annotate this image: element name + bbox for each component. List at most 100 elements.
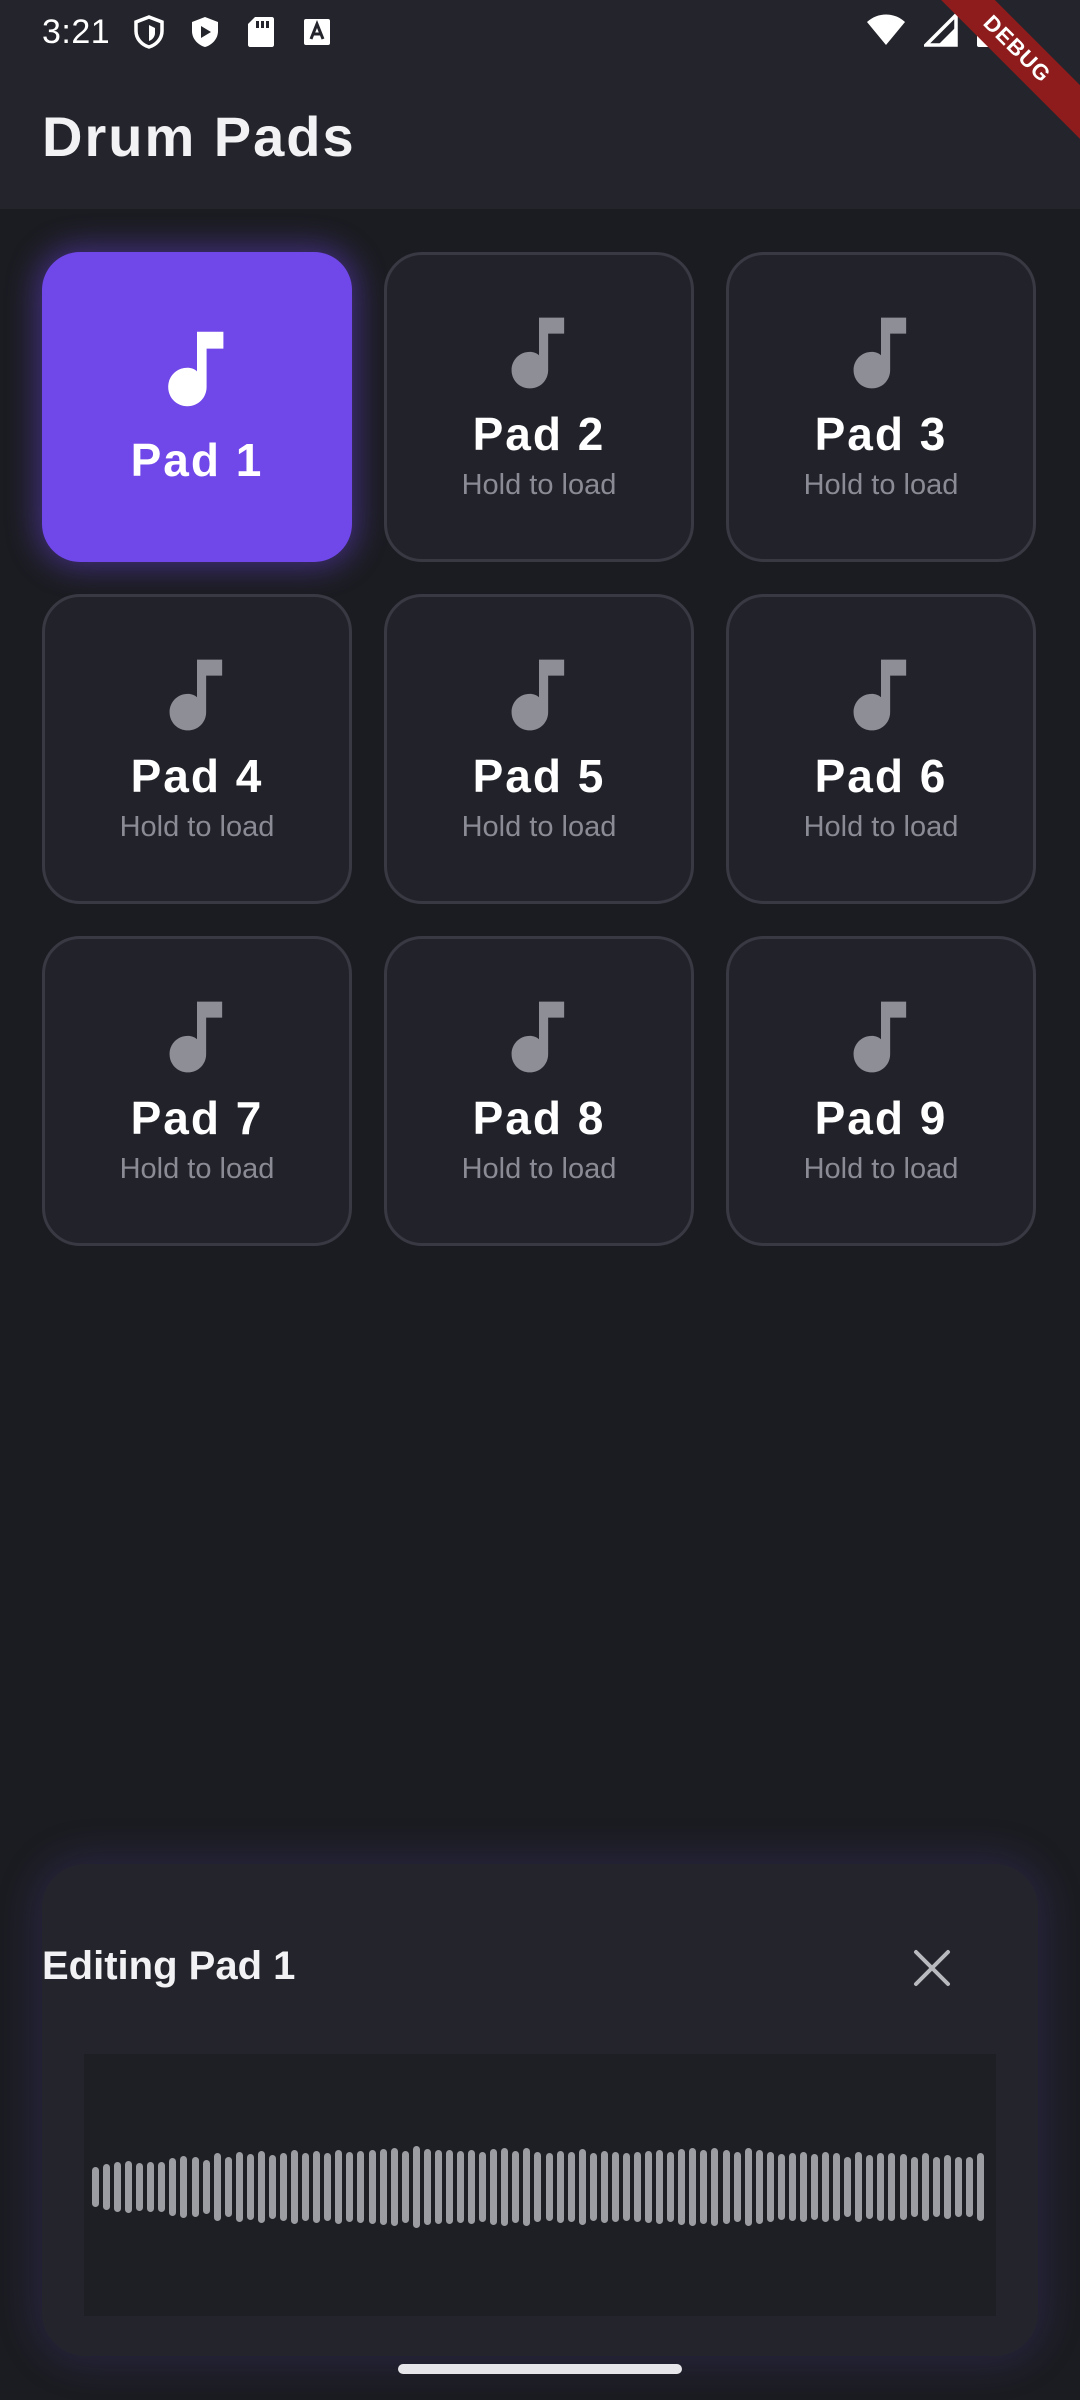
waveform-bar bbox=[445, 2150, 453, 2224]
music-note-icon bbox=[853, 659, 907, 730]
waveform-bar bbox=[180, 2155, 188, 2219]
waveform-bar bbox=[932, 2157, 940, 2217]
waveform[interactable] bbox=[84, 2054, 996, 2316]
waveform-bar bbox=[645, 2150, 653, 2224]
waveform-bar bbox=[589, 2152, 597, 2222]
waveform-bar bbox=[711, 2148, 719, 2226]
pad-5[interactable]: Pad 5 Hold to load bbox=[384, 594, 694, 904]
waveform-bar bbox=[147, 2161, 155, 2213]
music-note-icon bbox=[169, 659, 223, 730]
waveform-bar bbox=[943, 2155, 951, 2219]
waveform-bar bbox=[191, 2156, 199, 2218]
waveform-bar bbox=[833, 2153, 841, 2221]
waveform-bar bbox=[92, 2167, 99, 2207]
waveform-bar bbox=[490, 2149, 498, 2225]
pad-6[interactable]: Pad 6 Hold to load bbox=[726, 594, 1036, 904]
waveform-bar bbox=[744, 2148, 752, 2226]
waveform-bar bbox=[479, 2151, 487, 2223]
pad-label: Pad 1 bbox=[130, 434, 264, 486]
pad-9[interactable]: Pad 9 Hold to load bbox=[726, 936, 1036, 1246]
waveform-bar bbox=[600, 2150, 608, 2224]
waveform-bar bbox=[324, 2152, 332, 2222]
pad-7[interactable]: Pad 7 Hold to load bbox=[42, 936, 352, 1246]
waveform-bar bbox=[567, 2151, 575, 2223]
waveform-bar bbox=[556, 2150, 564, 2224]
waveform-bar bbox=[202, 2159, 210, 2215]
waveform-bar bbox=[634, 2151, 642, 2223]
waveform-bar bbox=[523, 2147, 531, 2227]
page-title: Drum Pads bbox=[42, 105, 356, 168]
waveform-bar bbox=[357, 2150, 365, 2224]
pad-label: Pad 5 bbox=[472, 749, 606, 802]
pad-hint: Hold to load bbox=[803, 468, 959, 501]
waveform-bar bbox=[257, 2150, 265, 2224]
pad-label: Pad 4 bbox=[130, 749, 264, 802]
waveform-bar bbox=[346, 2151, 354, 2223]
status-time: 3:21 bbox=[42, 12, 111, 51]
waveform-bar bbox=[501, 2148, 509, 2226]
play-icon bbox=[188, 15, 222, 49]
pad-hint: Hold to load bbox=[803, 810, 959, 843]
waveform-bar bbox=[434, 2150, 442, 2224]
waveform-bar bbox=[235, 2151, 243, 2223]
music-note-icon bbox=[511, 1001, 565, 1072]
music-note-icon bbox=[853, 317, 907, 388]
home-indicator[interactable] bbox=[398, 2364, 682, 2374]
app-bar: Drum Pads bbox=[0, 64, 1080, 209]
waveform-bar bbox=[136, 2163, 144, 2211]
pad-label: Pad 7 bbox=[130, 1091, 264, 1144]
waveform-bar bbox=[246, 2154, 254, 2220]
waveform-bar bbox=[965, 2156, 973, 2218]
waveform-bar bbox=[822, 2151, 830, 2223]
waveform-bar bbox=[224, 2157, 232, 2217]
pad-hint: Hold to load bbox=[803, 1152, 959, 1185]
waveform-bar bbox=[755, 2150, 763, 2224]
waveform-bar bbox=[844, 2157, 852, 2217]
screen: 3:21 DEBUG Drum Pads Pad 1 Pad 2 Hold to… bbox=[0, 0, 1080, 2400]
a-icon bbox=[300, 15, 334, 49]
pad-hint: Hold to load bbox=[461, 468, 617, 501]
waveform-bar bbox=[313, 2150, 321, 2224]
waveform-bar bbox=[158, 2162, 166, 2212]
waveform-bar bbox=[656, 2150, 664, 2224]
waveform-bar bbox=[667, 2151, 675, 2223]
waveform-bar bbox=[611, 2151, 619, 2223]
waveform-bar bbox=[114, 2162, 122, 2212]
waveform-bar bbox=[799, 2151, 807, 2223]
close-button[interactable] bbox=[906, 1942, 958, 1994]
waveform-bar bbox=[921, 2152, 929, 2222]
pad-1[interactable]: Pad 1 bbox=[42, 252, 352, 562]
sd-card-icon bbox=[244, 15, 278, 49]
waveform-bar bbox=[678, 2149, 686, 2225]
waveform-bar bbox=[125, 2160, 133, 2214]
pad-3[interactable]: Pad 3 Hold to load bbox=[726, 252, 1036, 562]
music-note-icon bbox=[511, 317, 565, 388]
pad-label: Pad 9 bbox=[814, 1091, 948, 1144]
wifi-icon bbox=[866, 13, 906, 52]
pad-grid: Pad 1 Pad 2 Hold to load Pad 3 Hold to l… bbox=[42, 252, 1036, 1246]
waveform-bar bbox=[545, 2152, 553, 2222]
waveform-bar bbox=[103, 2164, 111, 2210]
pad-hint: Hold to load bbox=[461, 810, 617, 843]
music-note-icon bbox=[853, 1001, 907, 1072]
waveform-bar bbox=[401, 2150, 409, 2224]
pad-hint: Hold to load bbox=[119, 810, 275, 843]
waveform-bar bbox=[302, 2153, 310, 2221]
waveform-bar bbox=[578, 2149, 586, 2225]
waveform-bar bbox=[335, 2150, 343, 2224]
waveform-bar bbox=[733, 2151, 741, 2223]
waveform-bar bbox=[213, 2153, 221, 2221]
waveform-bar bbox=[534, 2151, 542, 2223]
pad-2[interactable]: Pad 2 Hold to load bbox=[384, 252, 694, 562]
pad-label: Pad 6 bbox=[814, 749, 948, 802]
waveform-bar bbox=[423, 2149, 431, 2225]
pad-hint: Hold to load bbox=[461, 1152, 617, 1185]
pad-8[interactable]: Pad 8 Hold to load bbox=[384, 936, 694, 1246]
waveform-bar bbox=[976, 2152, 984, 2222]
waveform-bar bbox=[512, 2150, 520, 2224]
edit-panel-title: Editing Pad 1 bbox=[42, 1944, 296, 1988]
waveform-bar bbox=[457, 2150, 465, 2224]
waveform-bar bbox=[954, 2157, 962, 2217]
pad-4[interactable]: Pad 4 Hold to load bbox=[42, 594, 352, 904]
waveform-bar bbox=[910, 2156, 918, 2218]
